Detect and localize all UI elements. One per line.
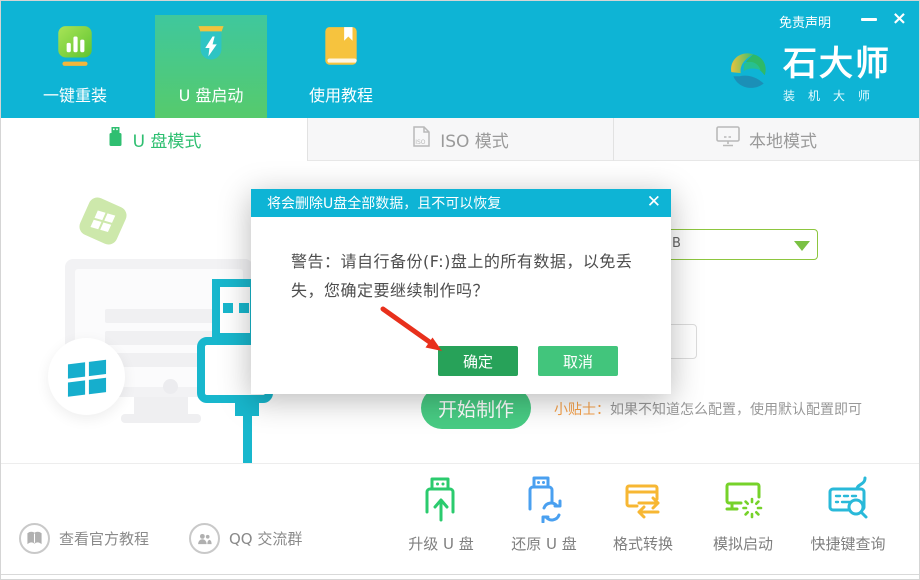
dialog-message: 警告：请自行备份(F:)盘上的所有数据，以免丢失，您确定要继续制作吗？ [291, 247, 655, 305]
mode-tab-strip: U 盘模式 ISO ISO 模式 本地模式 [1, 118, 919, 161]
windows-badge-illustration [77, 195, 130, 248]
tab-local-mode[interactable]: 本地模式 [613, 118, 919, 161]
bar-chart-icon [52, 24, 98, 74]
tool-label: 还原 U 盘 [511, 533, 577, 554]
book-outline-icon [19, 523, 50, 554]
tool-label: 快捷键查询 [810, 533, 885, 554]
tab-iso-mode[interactable]: ISO ISO 模式 [307, 118, 613, 161]
monitor-base [121, 414, 201, 423]
tool-label: 模拟启动 [713, 533, 773, 554]
tool-simulate-boot[interactable]: 模拟启动 [693, 475, 793, 554]
nav-tab-one-key-reinstall[interactable]: 一键重装 [19, 15, 131, 118]
usb-stick-icon [107, 127, 124, 152]
tool-upgrade-usb[interactable]: 升级 U 盘 [391, 475, 491, 554]
dialog-title: 将会删除U盘全部数据，且不可以恢复 [267, 193, 501, 213]
svg-text:ISO: ISO [415, 139, 426, 146]
book-icon [318, 24, 364, 74]
simulate-boot-icon [719, 475, 767, 527]
nav-tab-usb-boot[interactable]: U 盘启动 [155, 15, 267, 118]
tool-format-convert[interactable]: 格式转换 [593, 475, 693, 554]
disclaimer-link[interactable]: 免责声明 [779, 12, 831, 31]
cancel-button[interactable]: 取消 [538, 346, 618, 376]
confirm-dialog: 将会删除U盘全部数据，且不可以恢复 ✕ 警告：请自行备份(F:)盘上的所有数据，… [251, 189, 671, 394]
tool-label: 格式转换 [613, 533, 673, 554]
tab-label: 本地模式 [749, 127, 817, 152]
windows-logo-circle [48, 338, 125, 415]
upgrade-usb-icon [417, 475, 465, 527]
usb-cable [243, 414, 252, 466]
brand-logo-icon [723, 45, 773, 99]
brand-logo: 石大师 装机大师 [723, 45, 891, 104]
nav-tab-tutorial[interactable]: 使用教程 [285, 15, 397, 118]
tip-text: 小贴士：如果不知道怎么配置，使用默认配置即可 [554, 399, 862, 419]
hotkey-query-icon [824, 475, 872, 527]
header-bar: 免责声明 × 一键重装 [1, 1, 919, 118]
brand-name: 石大师 [783, 45, 891, 83]
shield-lightning-icon [188, 24, 234, 74]
dialog-close-icon[interactable]: ✕ [647, 192, 661, 212]
format-convert-icon [619, 475, 667, 527]
qq-group-link[interactable]: QQ 交流群 [189, 523, 302, 554]
ok-button[interactable]: 确定 [438, 346, 518, 376]
usb-device-dropdown-value: B [672, 236, 681, 251]
monitor-stand [134, 397, 188, 415]
tool-hotkey-query[interactable]: 快捷键查询 [798, 475, 898, 554]
footer-bar: 查看官方教程 QQ 交流群 升级 U 盘 [1, 463, 919, 575]
nav-tab-label: 一键重装 [43, 82, 107, 106]
official-tutorial-link[interactable]: 查看官方教程 [19, 523, 149, 554]
nav-tab-label: 使用教程 [309, 82, 373, 106]
iso-file-icon: ISO [412, 126, 431, 153]
tip-label: 小贴士： [554, 402, 610, 418]
tip-body: 如果不知道怎么配置，使用默认配置即可 [610, 402, 862, 418]
tab-label: ISO 模式 [440, 127, 509, 152]
tool-restore-usb[interactable]: 还原 U 盘 [494, 475, 594, 554]
brand-subtitle: 装机大师 [783, 87, 891, 104]
chevron-down-icon[interactable] [794, 241, 810, 251]
nav-tab-label: U 盘启动 [179, 82, 244, 106]
app-window: 免责声明 × 一键重装 [0, 0, 920, 580]
people-icon [189, 523, 220, 554]
footer-link-label: QQ 交流群 [229, 528, 302, 549]
tab-usb-mode[interactable]: U 盘模式 [1, 118, 307, 161]
footer-link-label: 查看官方教程 [59, 528, 149, 549]
tab-label: U 盘模式 [133, 127, 202, 152]
minimize-icon[interactable] [861, 18, 877, 21]
monitor-icon [716, 126, 740, 152]
close-icon[interactable]: × [892, 9, 907, 29]
tool-label: 升级 U 盘 [408, 533, 474, 554]
dialog-titlebar: 将会删除U盘全部数据，且不可以恢复 ✕ [251, 189, 671, 217]
restore-usb-icon [520, 475, 568, 527]
